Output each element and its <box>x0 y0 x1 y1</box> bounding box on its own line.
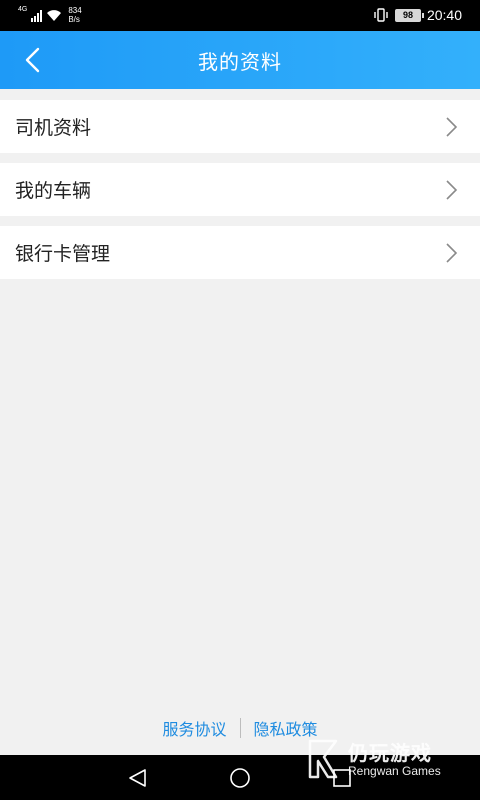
speed-unit: B/s <box>68 15 80 24</box>
watermark-name-cn: 仍玩游戏 <box>348 741 432 765</box>
status-time: 20:40 <box>426 7 462 23</box>
service-agreement-link[interactable]: 服务协议 <box>162 716 226 740</box>
watermark: 仍玩游戏 Rengwan Games <box>306 737 476 783</box>
signal-icon <box>31 8 43 22</box>
menu-item-label: 司机资料 <box>15 117 92 139</box>
chevron-right-icon <box>446 117 458 137</box>
status-left: 4G 834 B/s <box>18 6 82 24</box>
chevron-left-icon[interactable] <box>14 45 50 75</box>
menu-item-bank-cards[interactable]: 银行卡管理 <box>0 226 480 279</box>
network-speed: 834 B/s <box>68 6 81 24</box>
circle-home-icon[interactable] <box>228 766 252 790</box>
speed-value: 834 <box>68 6 82 15</box>
chevron-right-icon <box>446 243 458 263</box>
network-type: 4G <box>18 6 28 13</box>
status-right: 98 20:40 <box>373 7 462 23</box>
profile-menu: 司机资料 我的车辆 银行卡管理 <box>0 100 480 289</box>
chevron-right-icon <box>446 180 458 200</box>
title-bar: 我的资料 <box>0 31 480 89</box>
vibrate-icon <box>374 8 388 22</box>
watermark-name-en: Rengwan Games <box>348 764 441 778</box>
battery-level: 98 <box>402 9 413 20</box>
footer-divider <box>239 718 241 738</box>
menu-item-my-vehicles[interactable]: 我的车辆 <box>0 163 480 216</box>
battery-icon: 98 <box>394 8 424 22</box>
triangle-back-icon[interactable] <box>126 766 150 790</box>
menu-item-label: 银行卡管理 <box>15 243 111 265</box>
status-bar: 4G 834 B/s 98 20:40 <box>0 0 480 31</box>
rengwan-logo-icon <box>308 739 338 779</box>
menu-item-driver-info[interactable]: 司机资料 <box>0 100 480 153</box>
page-title: 我的资料 <box>198 49 282 74</box>
wifi-icon <box>47 10 62 21</box>
menu-item-label: 我的车辆 <box>15 180 92 202</box>
